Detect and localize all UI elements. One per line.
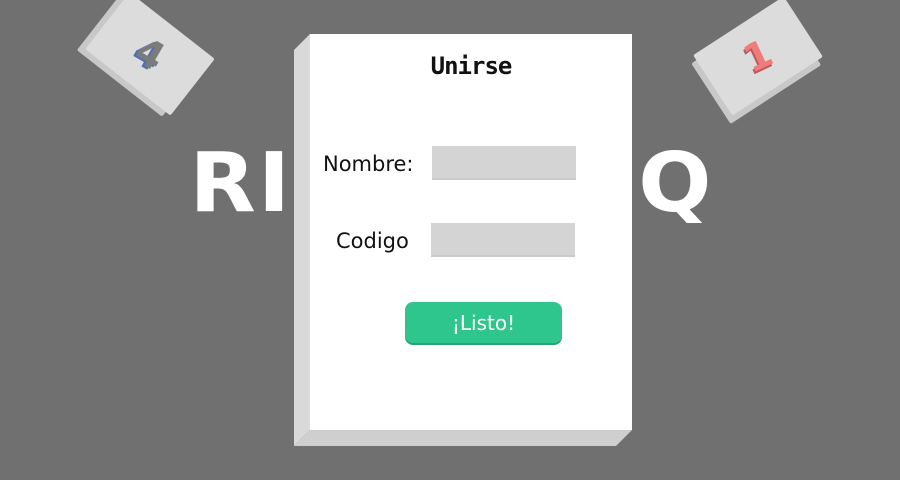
card-number-left: 4 — [127, 28, 173, 80]
decorative-card-left: 4 — [85, 0, 215, 116]
dialog-left-edge — [294, 34, 310, 446]
decorative-card-right: 1 — [693, 0, 823, 116]
code-label: Codigo — [336, 229, 409, 253]
join-dialog: Unirse Nombre: Codigo ¡Listo! — [294, 34, 632, 446]
submit-button[interactable]: ¡Listo! — [405, 302, 562, 343]
name-input[interactable] — [432, 146, 576, 180]
background-logo-left-letters: RI — [189, 136, 293, 231]
code-input[interactable] — [431, 223, 575, 257]
dialog-bottom-edge — [294, 430, 632, 446]
dialog-title: Unirse — [430, 52, 513, 80]
dialog-panel: Unirse Nombre: Codigo ¡Listo! — [310, 34, 632, 430]
name-label: Nombre: — [323, 152, 414, 176]
card-number-right: 1 — [736, 30, 780, 82]
background-logo-right-letter: Q — [638, 136, 714, 231]
